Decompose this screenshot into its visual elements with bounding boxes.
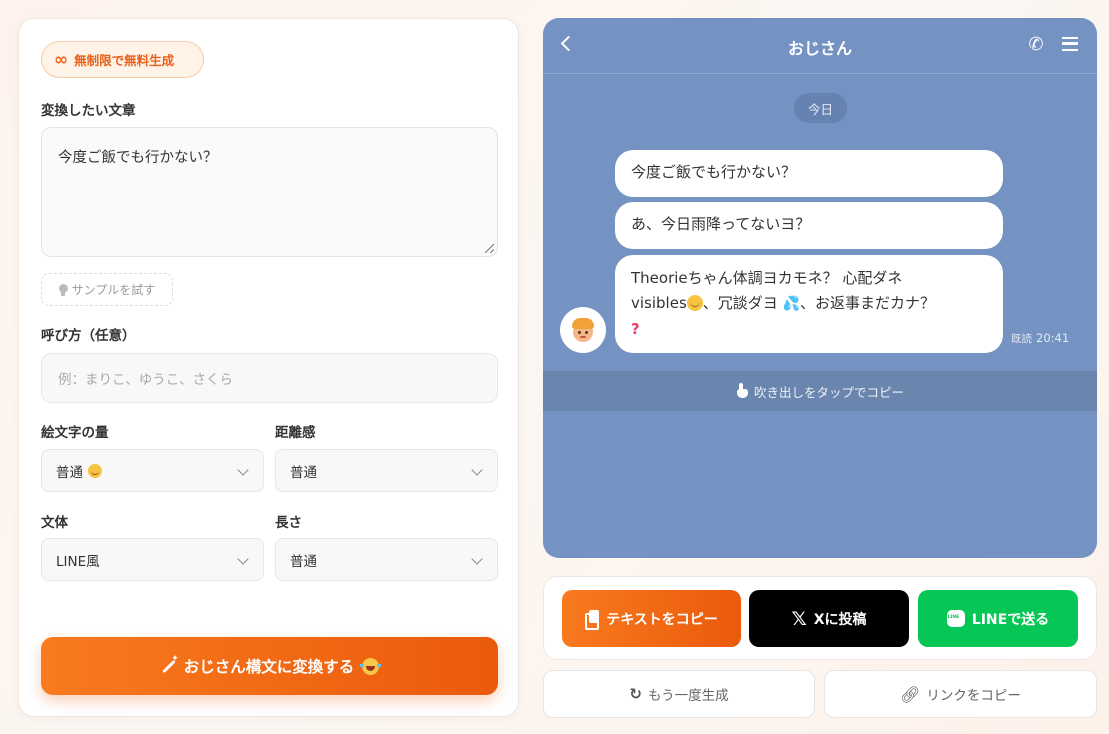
sweat-drops-emoji-icon: 💦 (782, 296, 800, 312)
chevron-down-icon (471, 464, 483, 476)
share-actions-card: テキストをコピー 𝕏 Xに投稿 LINEで送る (543, 576, 1097, 660)
style-select[interactable]: LINE風 (41, 538, 264, 581)
refresh-icon: ↻ (629, 685, 642, 703)
emoji-amount-value: 普通 (56, 464, 83, 481)
read-label: 既読 (1011, 333, 1032, 345)
resize-handle-icon[interactable] (485, 244, 494, 253)
copy-icon (585, 610, 600, 630)
regenerate-label: もう一度生成 (647, 688, 729, 704)
length-value: 普通 (290, 553, 317, 570)
convert-button[interactable]: おじさん構文に変換する (41, 637, 498, 695)
input-label: 変換したい文章 (41, 103, 136, 119)
try-sample-button[interactable]: サンプルを試す (41, 273, 173, 306)
x-logo-icon: 𝕏 (791, 607, 807, 630)
message-text: 、お返事まだカナ？ (800, 294, 936, 312)
name-label: 呼び方（任意） (41, 328, 136, 344)
length-select[interactable]: 普通 (275, 538, 498, 581)
infinity-icon: ∞ (54, 49, 69, 70)
post-to-x-button[interactable]: 𝕏 Xに投稿 (749, 590, 909, 647)
laughing-emoji-icon (360, 657, 382, 675)
read-timestamp: 既読 20:41 (1011, 331, 1069, 346)
send-line-button[interactable]: LINEで送る (918, 590, 1078, 647)
style-value: LINE風 (56, 553, 100, 570)
badge-label: 無制限で無料生成 (74, 53, 175, 68)
tap-hint-label: 吹き出しをタップでコピー (753, 384, 904, 400)
phone-icon[interactable]: ✆ (1026, 35, 1046, 55)
sample-button-label: サンプルを試す (71, 283, 156, 297)
smile-emoji-icon (686, 295, 703, 311)
tap-to-copy-hint: 吹き出しをタップでコピー (543, 371, 1097, 411)
emoji-amount-select[interactable]: 普通 (41, 449, 264, 492)
copy-link-button[interactable]: 🔗︎ リンクをコピー (824, 670, 1097, 718)
length-label: 長さ (275, 515, 302, 531)
chat-header: おじさん ✆ (543, 18, 1097, 74)
input-form-card: ∞ 無制限で無料生成 変換したい文章 今度ご飯でも行かない？ サンプルを試す 呼… (18, 18, 519, 717)
send-line-label: LINEで送る (971, 611, 1050, 628)
tap-hand-icon (736, 383, 748, 399)
copy-text-label: テキストをコピー (606, 611, 718, 628)
style-label: 文体 (41, 515, 68, 531)
chat-bubble[interactable]: あ、今日雨降ってないヨ？ (615, 202, 1003, 249)
chevron-down-icon (237, 553, 249, 565)
chevron-down-icon (237, 464, 249, 476)
name-input-placeholder: 例：まりこ、ゆうこ、さくら (58, 372, 233, 388)
message-text: Theorieちゃん体調ヨカモネ？ 心配ダネ (631, 269, 903, 287)
message-text: visibles (631, 294, 687, 312)
chat-bubble[interactable]: Theorieちゃん体調ヨカモネ？ 心配ダネ visibles 、冗談ダヨ 💦、お… (615, 255, 1003, 353)
distance-label: 距離感 (275, 425, 316, 441)
distance-value: 普通 (290, 464, 317, 481)
source-text-input[interactable]: 今度ご飯でも行かない？ (41, 127, 498, 257)
source-text-value: 今度ご飯でも行かない？ (58, 150, 218, 166)
copy-link-label: リンクをコピー (926, 688, 1021, 704)
chevron-down-icon (471, 553, 483, 565)
name-input[interactable]: 例：まりこ、ゆうこ、さくら (41, 353, 498, 403)
convert-button-label: おじさん構文に変換する (183, 658, 355, 676)
post-x-label: Xに投稿 (813, 611, 867, 628)
unlimited-badge: ∞ 無制限で無料生成 (41, 41, 204, 78)
emoji-amount-label: 絵文字の量 (41, 425, 109, 441)
link-icon: 🔗︎ (900, 684, 921, 704)
message-text: 、冗談ダヨ (702, 294, 778, 312)
lightbulb-icon (58, 283, 68, 296)
magic-wand-icon (160, 654, 179, 674)
chat-bubble[interactable]: 今度ご飯でも行かない？ (615, 150, 1003, 197)
line-logo-icon (946, 610, 965, 627)
question-mark-emoji-icon: ? (631, 320, 640, 338)
chat-preview: おじさん ✆ 今日 今度ご飯でも行かない？ あ、今日雨降ってないヨ？ Theor… (543, 18, 1097, 558)
date-chip: 今日 (794, 93, 847, 123)
distance-select[interactable]: 普通 (275, 449, 498, 492)
copy-text-button[interactable]: テキストをコピー (562, 590, 741, 647)
menu-icon[interactable] (1062, 37, 1078, 51)
message-time: 20:41 (1036, 331, 1070, 345)
man-face-icon (570, 316, 596, 344)
chat-title: おじさん (787, 39, 852, 58)
avatar (560, 307, 606, 353)
smile-emoji-icon (88, 463, 102, 478)
regenerate-button[interactable]: ↻ もう一度生成 (543, 670, 815, 718)
